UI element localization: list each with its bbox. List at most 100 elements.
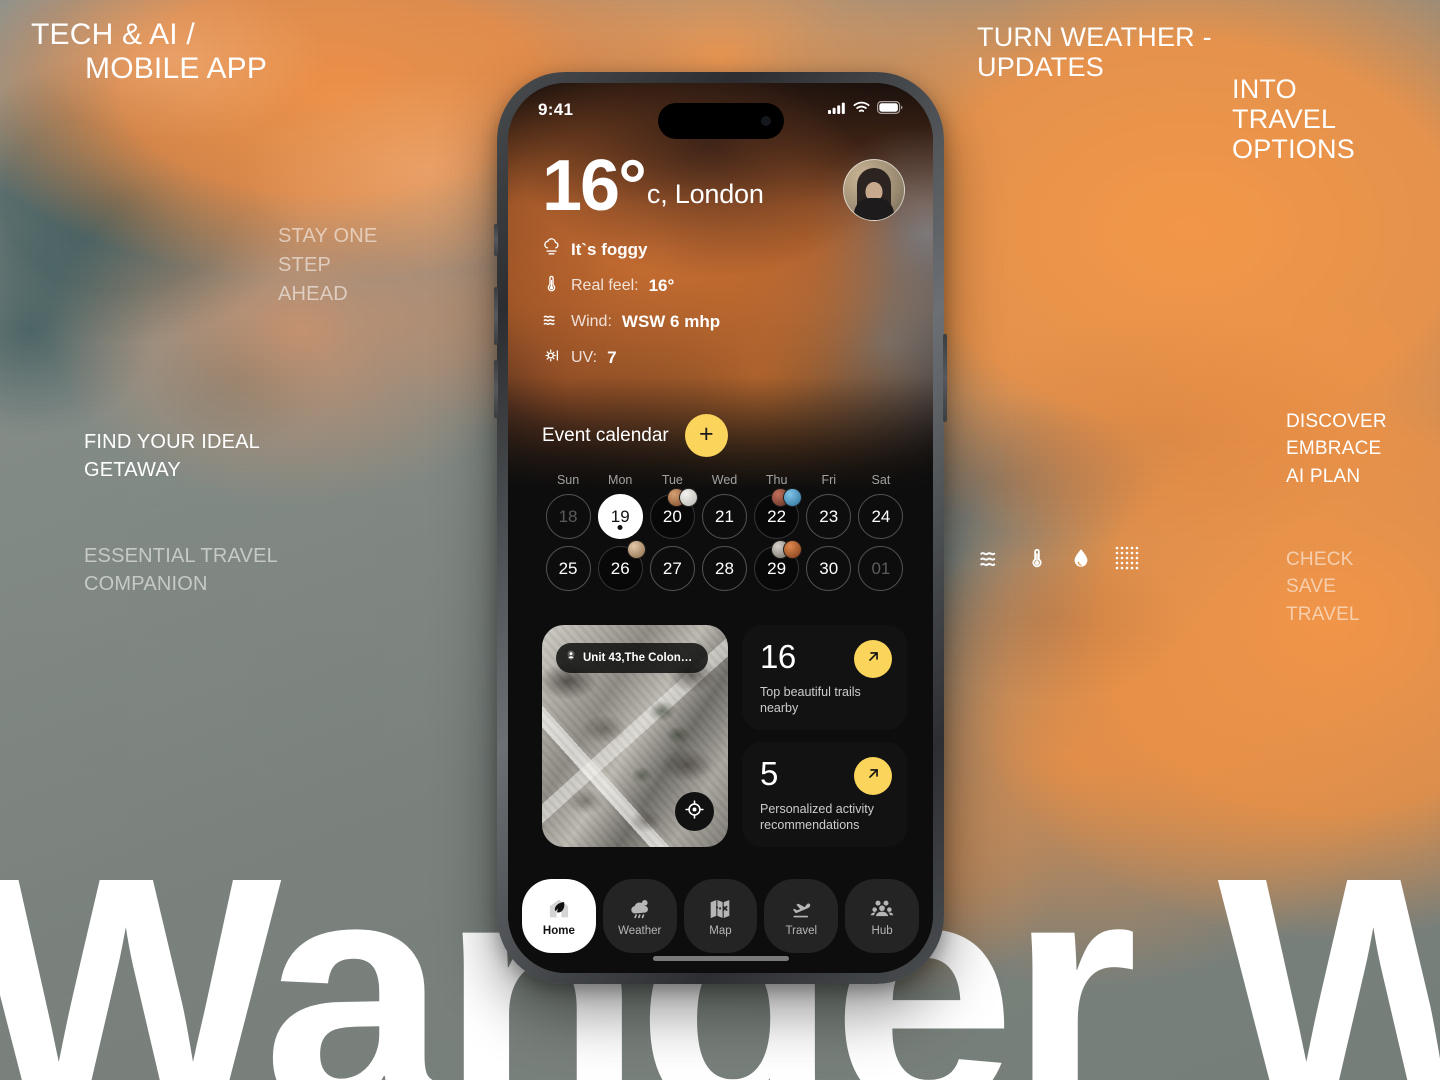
phone-mockup: 9:41 16° c, London It`s foggy Real feel:… bbox=[494, 72, 947, 984]
home-leaf-icon bbox=[546, 896, 572, 922]
uv-label: UV: bbox=[571, 349, 598, 367]
calendar-day[interactable]: 30 bbox=[806, 546, 852, 592]
calendar-day-number: 25 bbox=[558, 558, 578, 578]
stat-label: Top beautiful trails nearby bbox=[760, 685, 861, 715]
event-thumbnail bbox=[783, 540, 803, 560]
nav-item-weather[interactable]: Weather bbox=[602, 879, 677, 953]
stat-label: Personalized activity recommendations bbox=[760, 802, 874, 832]
calendar-day-number: 27 bbox=[662, 558, 682, 578]
calendar-day[interactable]: 25 bbox=[545, 546, 591, 592]
fog-icon bbox=[542, 238, 561, 262]
wind-icon bbox=[978, 545, 1004, 571]
weather-detail-list: It`s foggy Real feel: 16° Wind: WSW 6 mh… bbox=[542, 238, 903, 370]
map-address-pill[interactable]: Unit 43,The Colonna... bbox=[556, 643, 708, 674]
droplet-icon bbox=[1070, 545, 1092, 571]
wifi-icon bbox=[853, 101, 870, 119]
map-widget[interactable]: Unit 43,The Colonna... bbox=[542, 625, 728, 848]
weekday-label: Sat bbox=[871, 473, 891, 488]
phone-mute-switch[interactable] bbox=[494, 224, 498, 256]
wind-icon bbox=[542, 310, 561, 334]
battery-icon bbox=[877, 101, 903, 119]
calendar-day[interactable]: 23 bbox=[806, 494, 852, 540]
unit-and-location: c, London bbox=[646, 179, 764, 210]
weekday-label: Thu bbox=[765, 473, 788, 488]
poster-tagline-essential-companion: ESSENTIAL TRAVEL COMPANION bbox=[84, 545, 279, 596]
calendar-header: Event calendar + bbox=[542, 414, 907, 458]
nav-item-travel[interactable]: Travel bbox=[764, 879, 839, 953]
calendar-day[interactable]: 29 bbox=[754, 540, 803, 592]
weather-condition-text: It`s foggy bbox=[571, 240, 648, 260]
calendar-day[interactable]: 27 bbox=[649, 546, 695, 592]
calendar-week-row: 25 26 27 28 29 30 01 bbox=[542, 540, 907, 592]
add-event-button[interactable]: + bbox=[684, 414, 728, 458]
real-feel-label: Real feel: bbox=[571, 277, 639, 295]
calendar-day-dot bbox=[617, 525, 623, 531]
calendar-day[interactable]: 20 bbox=[649, 488, 698, 540]
poster-headline: TECH & AI / MOBILE APP bbox=[31, 18, 267, 85]
poster-tagline-find-getaway: FIND YOUR IDEAL GETAWAY bbox=[84, 431, 260, 482]
cloud-rain-icon bbox=[627, 896, 653, 922]
wind-label: Wind: bbox=[571, 313, 612, 331]
stat-open-button[interactable] bbox=[854, 757, 892, 796]
front-camera-icon bbox=[760, 116, 771, 126]
nav-label-hub: Hub bbox=[871, 924, 893, 937]
user-avatar[interactable] bbox=[843, 159, 905, 221]
avatar-body bbox=[854, 198, 894, 220]
nav-item-map[interactable]: Map bbox=[683, 879, 758, 953]
calendar-day-selected[interactable]: 19 bbox=[597, 494, 643, 540]
poster-feature-icon-row bbox=[978, 545, 1140, 571]
arrow-up-right-icon bbox=[865, 765, 882, 787]
calendar-day[interactable]: 22 bbox=[754, 488, 803, 540]
calendar-day-number: 26 bbox=[610, 558, 630, 578]
calendar-day[interactable]: 21 bbox=[701, 494, 747, 540]
event-thumbnails bbox=[771, 488, 803, 508]
calendar-day[interactable]: 26 bbox=[597, 540, 646, 592]
event-thumbnails bbox=[666, 488, 698, 508]
calendar-day-number: 23 bbox=[819, 506, 839, 526]
event-thumbnails bbox=[771, 540, 803, 560]
nav-label-home: Home bbox=[542, 924, 575, 937]
nav-label-map: Map bbox=[709, 924, 732, 937]
calendar-day-number: 24 bbox=[871, 506, 891, 526]
event-calendar-section: Event calendar + Sun Mon Tue Wed Thu Fri… bbox=[508, 370, 933, 592]
stat-open-button[interactable] bbox=[854, 640, 892, 679]
event-thumbnails bbox=[626, 540, 646, 560]
wind-row: Wind: WSW 6 mhp bbox=[542, 310, 903, 334]
nav-label-weather: Weather bbox=[618, 924, 662, 937]
calendar-day-number: 22 bbox=[767, 506, 787, 526]
poster-headline-line1: TECH & AI / bbox=[31, 18, 195, 51]
locate-me-button[interactable] bbox=[675, 792, 714, 832]
wind-value: WSW 6 mhp bbox=[621, 312, 721, 332]
uv-value: 7 bbox=[607, 348, 617, 368]
dynamic-island bbox=[657, 103, 784, 139]
calendar-weekday-header: Sun Mon Tue Wed Thu Fri Sat bbox=[542, 473, 907, 487]
location-pin-icon bbox=[565, 649, 577, 667]
calendar-day[interactable]: 28 bbox=[701, 546, 747, 592]
status-bar-clock: 9:41 bbox=[538, 100, 574, 119]
calendar-day-number: 01 bbox=[871, 558, 891, 578]
weekday-label: Mon bbox=[608, 473, 633, 488]
map-address-text: Unit 43,The Colonna... bbox=[583, 652, 697, 665]
calendar-day[interactable]: 18 bbox=[545, 494, 591, 540]
nav-item-home[interactable]: Home bbox=[522, 879, 596, 953]
uv-row: UV: 7 bbox=[542, 346, 903, 370]
thermometer-icon bbox=[1026, 545, 1048, 571]
thermometer-icon bbox=[542, 274, 561, 298]
event-thumbnail bbox=[678, 488, 698, 508]
stat-card-recommendations[interactable]: 5 Personalized activity recommendations bbox=[742, 742, 907, 848]
home-indicator[interactable] bbox=[652, 956, 789, 961]
event-thumbnail bbox=[626, 540, 646, 560]
current-temperature: 16° bbox=[542, 146, 647, 226]
phone-power-button[interactable] bbox=[943, 334, 947, 422]
phone-screen: 9:41 16° c, London It`s foggy Real feel:… bbox=[508, 83, 933, 973]
calendar-day[interactable]: 24 bbox=[858, 494, 904, 540]
cellular-signal-icon bbox=[828, 101, 846, 119]
crosshair-icon bbox=[684, 799, 705, 825]
weekday-label: Fri bbox=[821, 473, 837, 488]
event-thumbnail bbox=[783, 488, 803, 508]
calendar-title: Event calendar bbox=[542, 424, 669, 446]
grid-dots-icon bbox=[1114, 545, 1140, 571]
calendar-day[interactable]: 01 bbox=[858, 546, 904, 592]
nav-item-hub[interactable]: Hub bbox=[845, 879, 919, 953]
stat-card-trails[interactable]: 16 Top beautiful trails nearby bbox=[742, 625, 907, 731]
